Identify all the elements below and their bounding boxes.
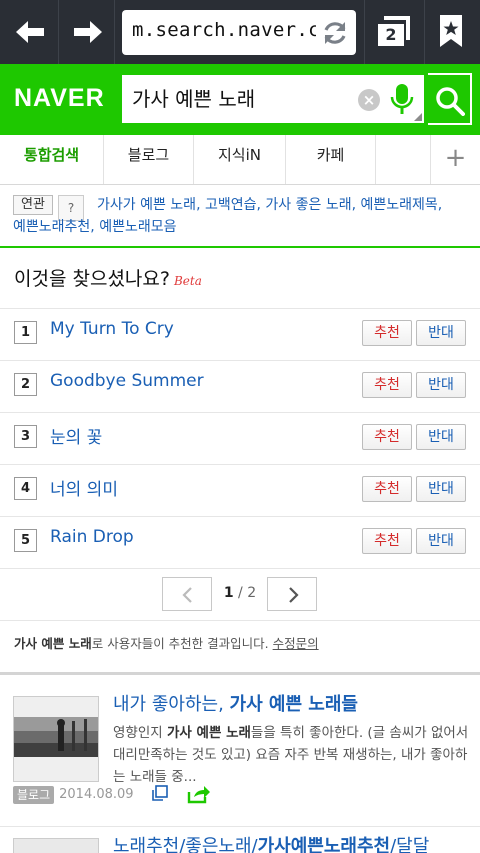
song-title-link[interactable]: 너의 의미 (50, 475, 118, 500)
oppose-button[interactable]: 반대 (416, 476, 466, 502)
rank-number: 4 (14, 477, 37, 500)
toolbar-divider (364, 0, 365, 64)
corner-triangle-icon (414, 113, 422, 121)
share-icon[interactable] (187, 784, 211, 804)
related-link[interactable]: 가사가 예쁜 노래 (97, 197, 196, 213)
next-page-button[interactable] (267, 577, 317, 611)
song-title-link[interactable]: Rain Drop (50, 527, 134, 547)
oppose-button[interactable]: 반대 (416, 372, 466, 398)
browser-toolbar: m.search.naver.com 2 (0, 0, 480, 64)
address-bar[interactable]: m.search.naver.com (122, 10, 356, 55)
related-link[interactable]: 예쁜노래모음 (99, 219, 176, 235)
related-link[interactable]: 예쁜노래추천 (13, 219, 90, 235)
tabs-button[interactable]: 2 (372, 14, 412, 50)
song-title-link[interactable]: My Turn To Cry (50, 319, 174, 339)
tab-integrated-search[interactable]: 통합검색 (0, 135, 104, 184)
recommend-button[interactable]: 추천 (362, 320, 412, 346)
oppose-button[interactable]: 반대 (416, 424, 466, 450)
list-item: 2 Goodbye Summer 추천 반대 (0, 360, 480, 412)
suggestions-heading: 이것을 찾으셨나요? Beta (14, 264, 202, 291)
bookmark-star-icon[interactable] (438, 14, 464, 48)
search-box: × (120, 73, 426, 125)
related-links-line: 예쁜노래추천, 예쁜노래모음 (13, 219, 177, 235)
list-item: 5 Rain Drop 추천 반대 (0, 516, 480, 568)
blog-description: 영향인지 가사 예쁜 노래들을 특히 좋아한다. (글 솜씨가 없어서 대리만족… (113, 725, 469, 785)
rank-number: 3 (14, 425, 37, 448)
oppose-button[interactable]: 반대 (416, 528, 466, 554)
search-button[interactable] (428, 73, 472, 125)
related-link[interactable]: 예쁜노래제목 (361, 197, 438, 213)
category-tabs: 통합검색 블로그 지식iN 카페 + (0, 135, 480, 185)
song-title-link[interactable]: Goodbye Summer (50, 371, 204, 391)
tab-blog[interactable]: 블로그 (104, 135, 194, 184)
naver-header: NAVER × (0, 64, 480, 135)
related-label: 연관 (13, 195, 53, 215)
list-item: 4 너의 의미 추천 반대 (0, 464, 480, 516)
blog-badge: 블로그 (13, 785, 55, 804)
page-indicator: 1 / 2 (223, 585, 257, 601)
chevron-right-icon (289, 587, 299, 603)
beta-badge: Beta (173, 274, 202, 288)
section-divider (0, 672, 480, 675)
chevron-left-icon (182, 587, 192, 603)
related-link[interactable]: 고백연습 (205, 197, 257, 213)
result-divider (0, 826, 480, 827)
naver-logo[interactable]: NAVER (14, 84, 105, 113)
search-icon (436, 87, 465, 116)
search-input[interactable] (132, 85, 352, 109)
song-title-link[interactable]: 눈의 꽃 (50, 423, 102, 448)
oppose-button[interactable]: 반대 (416, 320, 466, 346)
list-item: 3 눈의 꽃 추천 반대 (0, 412, 480, 464)
refresh-icon[interactable] (320, 18, 350, 48)
pagination: 1 / 2 (0, 568, 480, 620)
back-arrow-icon[interactable] (10, 12, 50, 52)
blog-thumbnail[interactable] (13, 838, 99, 853)
related-links-line: 가사가 예쁜 노래, 고백연습, 가사 좋은 노래, 예쁜노래제목, (97, 197, 443, 213)
recommend-button[interactable]: 추천 (362, 372, 412, 398)
blog-title-link[interactable]: 내가 좋아하는, 가사 예쁜 노래들 (113, 690, 469, 716)
related-searches: 연관 ? 가사가 예쁜 노래, 고백연습, 가사 좋은 노래, 예쁜노래제목, … (0, 186, 480, 248)
blog-title-link[interactable]: 노래추천/좋은노래/가사예쁜노래추천/달달 (113, 832, 469, 853)
add-tab-icon[interactable]: + (430, 135, 480, 184)
report-link[interactable]: 수정문의 (273, 636, 319, 651)
rank-number: 5 (14, 529, 37, 552)
tab-knowledge-in[interactable]: 지식iN (194, 135, 286, 184)
recommend-button[interactable]: 추천 (362, 424, 412, 450)
toolbar-divider (424, 0, 425, 64)
recommend-button[interactable]: 추천 (362, 476, 412, 502)
prev-page-button[interactable] (162, 577, 212, 611)
recommend-button[interactable]: 추천 (362, 528, 412, 554)
url-text[interactable]: m.search.naver.com (132, 19, 316, 41)
rank-number: 2 (14, 373, 37, 396)
tab-cafe[interactable]: 카페 (286, 135, 376, 184)
related-link[interactable]: 가사 좋은 노래 (265, 197, 351, 213)
blog-thumbnail[interactable] (13, 696, 99, 782)
tab-count-badge: 2 (378, 24, 404, 46)
list-item: 1 My Turn To Cry 추천 반대 (0, 308, 480, 360)
toolbar-divider (114, 0, 115, 64)
suggestions-title: 이것을 찾으셨나요? (14, 268, 170, 290)
toolbar-divider (58, 0, 59, 64)
copy-icon[interactable] (151, 784, 169, 802)
suggestions-notice: 가사 예쁜 노래로 사용자들이 추천한 결과입니다. 수정문의 (0, 620, 480, 672)
microphone-icon[interactable] (390, 83, 414, 117)
rank-number: 1 (14, 321, 37, 344)
blog-date: 2014.08.09 (59, 787, 134, 802)
notice-text: 가사 예쁜 노래로 사용자들이 추천한 결과입니다. 수정문의 (14, 636, 319, 651)
forward-arrow-icon[interactable] (68, 12, 108, 52)
blog-meta: 블로그 2014.08.09 (13, 784, 210, 804)
clear-icon[interactable]: × (358, 89, 380, 111)
